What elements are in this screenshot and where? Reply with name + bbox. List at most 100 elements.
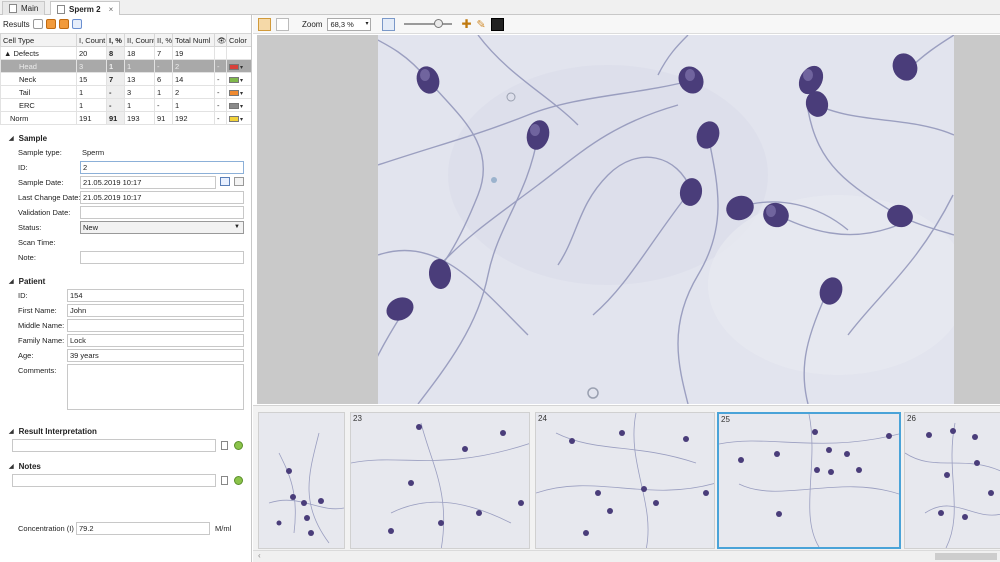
col-color[interactable]: Color <box>226 33 251 47</box>
tab-sperm-2[interactable]: Sperm 2 × <box>50 1 121 16</box>
add-icon[interactable] <box>234 441 243 450</box>
document-icon <box>57 4 65 14</box>
interpretation-input[interactable] <box>12 439 216 452</box>
cell-i-count: 15 <box>76 72 107 86</box>
sperm-micrograph <box>367 35 968 404</box>
col-i-count[interactable]: I, Count <box>76 33 107 47</box>
patient-title: Patient <box>18 276 46 286</box>
last-change-label: Last Change Date: <box>18 193 81 202</box>
notes-section-header[interactable]: ◢ Notes <box>0 459 251 473</box>
micrograph-image[interactable] <box>367 35 968 404</box>
scrollbar-thumb[interactable] <box>935 553 997 560</box>
calendar-icon[interactable] <box>220 177 230 186</box>
cell-color[interactable]: ▾ <box>226 85 251 99</box>
cell-total: 192 <box>172 111 215 125</box>
thumbnail-image <box>719 414 899 547</box>
color-swatch <box>229 102 239 109</box>
last-change-input[interactable]: 21.05.2019 10:17 <box>80 191 244 204</box>
slider-handle[interactable] <box>434 19 444 28</box>
validation-date-input[interactable] <box>80 206 244 219</box>
table-row[interactable]: ERC 1 - 1 - 1 - ▾ <box>0 98 251 112</box>
thumbnail-scrollbar[interactable]: ‹ <box>253 550 1000 562</box>
zoom-select[interactable]: 68,3 % ▾ <box>327 17 372 31</box>
cell-total: 2 <box>172 85 215 99</box>
table-row[interactable]: Neck 15 7 13 6 14 - ▾ <box>0 72 251 86</box>
pdf-export-icon[interactable] <box>45 19 56 29</box>
family-name-input[interactable]: Lock <box>67 334 244 347</box>
cell-color[interactable]: ▾ <box>226 111 251 125</box>
cell-color[interactable]: ▾ <box>226 72 251 86</box>
thumbnail[interactable]: 23 <box>350 412 530 549</box>
thumbnail-strip: 23 24 25 26 <box>253 405 1000 550</box>
thumbnail-selected[interactable]: 25 <box>717 412 901 549</box>
chevron-down-icon: ▼ <box>234 224 240 230</box>
notes-input[interactable] <box>12 474 216 487</box>
family-name-label: Family Name: <box>18 336 65 345</box>
cell-eye: - <box>214 98 227 112</box>
tab-sperm-2-label: Sperm 2 <box>69 4 101 14</box>
sample-type-label: Sample type: <box>18 148 62 157</box>
thumbnail[interactable] <box>258 412 345 549</box>
cell-eye: - <box>214 85 227 99</box>
thumbnail-number: 24 <box>538 414 547 423</box>
crosshair-icon[interactable]: ✚ <box>461 17 471 31</box>
col-total-number[interactable]: Total Numl <box>172 33 215 47</box>
sample-id-label: ID: <box>18 163 28 172</box>
col-ii-percent[interactable]: II, % <box>154 33 173 47</box>
cell-type: Norm <box>0 111 77 125</box>
sample-id-input[interactable]: 2 <box>80 161 244 174</box>
pencil-icon[interactable]: ✎ <box>477 18 486 31</box>
chevron-down-icon: ▾ <box>240 116 244 123</box>
clock-icon[interactable] <box>234 177 244 186</box>
col-cell-type[interactable]: Cell Type <box>0 33 77 47</box>
concentration-label: Concentration (I) <box>18 524 74 533</box>
cell-total: 1 <box>172 98 215 112</box>
image-viewer[interactable] <box>257 35 1000 404</box>
note-input[interactable] <box>80 251 244 264</box>
thumbnail[interactable]: 24 <box>535 412 715 549</box>
age-input[interactable]: 39 years <box>67 349 244 362</box>
table-row[interactable]: ▲ Defects 20 8 18 7 19 <box>0 46 251 60</box>
scroll-left-icon[interactable]: ‹ <box>258 551 261 560</box>
tab-main[interactable]: Main <box>2 1 46 15</box>
report-icon[interactable] <box>32 19 43 29</box>
thumbnail[interactable]: 26 <box>904 412 1000 549</box>
document-icon[interactable] <box>221 476 228 485</box>
thumbnail-image <box>351 422 529 548</box>
cell-ii-count: 193 <box>124 111 155 125</box>
info-icon[interactable] <box>58 19 69 29</box>
concentration-input[interactable]: 79.2 <box>76 522 210 535</box>
table-header: Cell Type I, Count I, % II, Count II, % … <box>0 33 251 47</box>
zoom-slider[interactable] <box>404 19 453 28</box>
sample-date-input[interactable]: 21.05.2019 10:17 <box>80 176 216 189</box>
fit-screen-icon[interactable] <box>382 17 396 31</box>
sample-section-header[interactable]: ◢ Sample <box>0 131 251 145</box>
add-icon[interactable] <box>234 476 243 485</box>
age-label: Age: <box>18 351 34 360</box>
close-icon[interactable]: × <box>109 5 114 14</box>
validation-date-label: Validation Date: <box>18 208 71 217</box>
grid-view-icon[interactable] <box>276 17 289 31</box>
status-select[interactable]: New ▼ <box>80 221 244 234</box>
cell-color[interactable]: ▾ <box>226 98 251 112</box>
table-row[interactable]: Tail 1 - 3 1 2 - ▾ <box>0 85 251 99</box>
zoom-value: 68,3 % <box>330 19 354 29</box>
pause-icon[interactable] <box>71 19 82 29</box>
middle-name-input[interactable] <box>67 319 244 332</box>
document-icon[interactable] <box>221 441 228 450</box>
window-icon[interactable] <box>490 17 504 31</box>
first-name-input[interactable]: John <box>67 304 244 317</box>
interpretation-section-header[interactable]: ◢ Result Interpretation <box>0 424 251 438</box>
single-view-icon[interactable] <box>258 17 271 31</box>
patient-id-input[interactable]: 154 <box>67 289 244 302</box>
tab-bar: Main Sperm 2 × <box>0 0 1000 16</box>
col-ii-count[interactable]: II, Count <box>124 33 155 47</box>
cell-color[interactable]: ▾ <box>226 59 251 73</box>
table-row[interactable]: Head 3 1 1 - 2 - ▾ <box>0 59 251 73</box>
eye-icon[interactable]: 👁 <box>214 33 227 47</box>
col-i-percent[interactable]: I, % <box>106 33 125 47</box>
patient-section-header[interactable]: ◢ Patient <box>0 274 251 288</box>
comments-textarea[interactable] <box>67 364 244 410</box>
sample-type-value: Sperm <box>82 148 105 157</box>
table-row[interactable]: Norm 191 91 193 91 192 - ▾ <box>0 111 251 125</box>
